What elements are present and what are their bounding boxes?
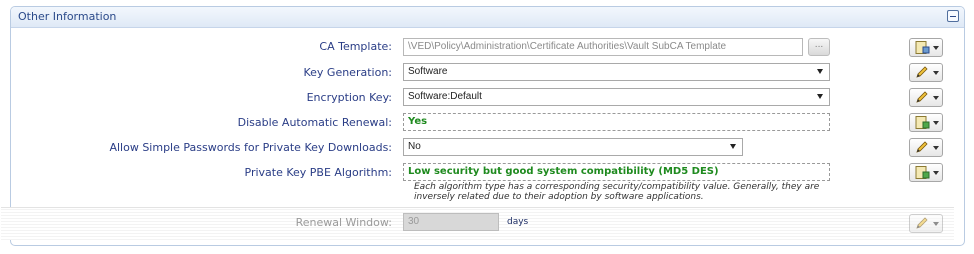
chevron-down-icon <box>933 171 939 175</box>
chevron-down-icon <box>933 146 939 150</box>
disable-renewal-action-button[interactable] <box>909 113 943 132</box>
chevron-down-icon <box>817 94 823 99</box>
chevron-down-icon <box>817 69 823 74</box>
pbe-algorithm-label: Private Key PBE Algorithm: <box>244 166 393 179</box>
key-generation-select[interactable]: Software <box>403 63 830 81</box>
ca-template-action-button[interactable] <box>909 38 943 57</box>
pencil-icon <box>916 91 928 103</box>
key-generation-label: Key Generation: <box>303 66 392 79</box>
encryption-key-action-button[interactable] <box>909 88 943 107</box>
ca-template-field[interactable]: \VED\Policy\Administration\Certificate A… <box>403 38 803 56</box>
browse-button[interactable]: ... <box>808 38 830 56</box>
renewal-window-action-button[interactable] <box>909 214 943 233</box>
pencil-icon <box>916 141 928 153</box>
chevron-down-icon <box>933 96 939 100</box>
chevron-down-icon <box>933 46 939 50</box>
collapse-icon[interactable] <box>947 10 959 22</box>
disable-renewal-label: Disable Automatic Renewal: <box>237 116 392 129</box>
chevron-down-icon <box>730 144 736 149</box>
disable-renewal-value: Yes <box>403 113 830 131</box>
simple-passwords-select[interactable]: No <box>403 138 743 156</box>
simple-passwords-label: Allow Simple Passwords for Private Key D… <box>109 141 392 154</box>
chevron-down-icon <box>933 71 939 75</box>
encryption-key-select[interactable]: Software:Default <box>403 88 830 106</box>
encryption-key-label: Encryption Key: <box>306 91 392 104</box>
locked-policy-icon <box>915 41 930 54</box>
chevron-down-icon <box>933 121 939 125</box>
pbe-algorithm-value: Low security but good system compatibili… <box>403 163 830 181</box>
key-generation-value: Software <box>408 66 448 77</box>
panel-header: Other Information <box>11 7 964 28</box>
pencil-icon <box>916 66 928 78</box>
panel-title: Other Information <box>18 10 117 23</box>
pencil-icon <box>916 217 928 229</box>
locked-policy-icon <box>915 166 930 179</box>
locked-policy-icon <box>915 116 930 129</box>
key-generation-action-button[interactable] <box>909 63 943 82</box>
renewal-window-unit: days <box>507 217 529 227</box>
simple-passwords-value: No <box>408 141 421 152</box>
encryption-key-value: Software:Default <box>408 91 482 102</box>
simple-passwords-action-button[interactable] <box>909 138 943 157</box>
ca-template-label: CA Template: <box>319 40 392 53</box>
renewal-window-input[interactable]: 30 <box>403 213 499 231</box>
renewal-window-label: Renewal Window: <box>295 216 392 229</box>
pbe-algorithm-help-text: Each algorithm type has a corresponding … <box>414 182 820 202</box>
chevron-down-icon <box>933 222 939 226</box>
pbe-algorithm-action-button[interactable] <box>909 163 943 182</box>
